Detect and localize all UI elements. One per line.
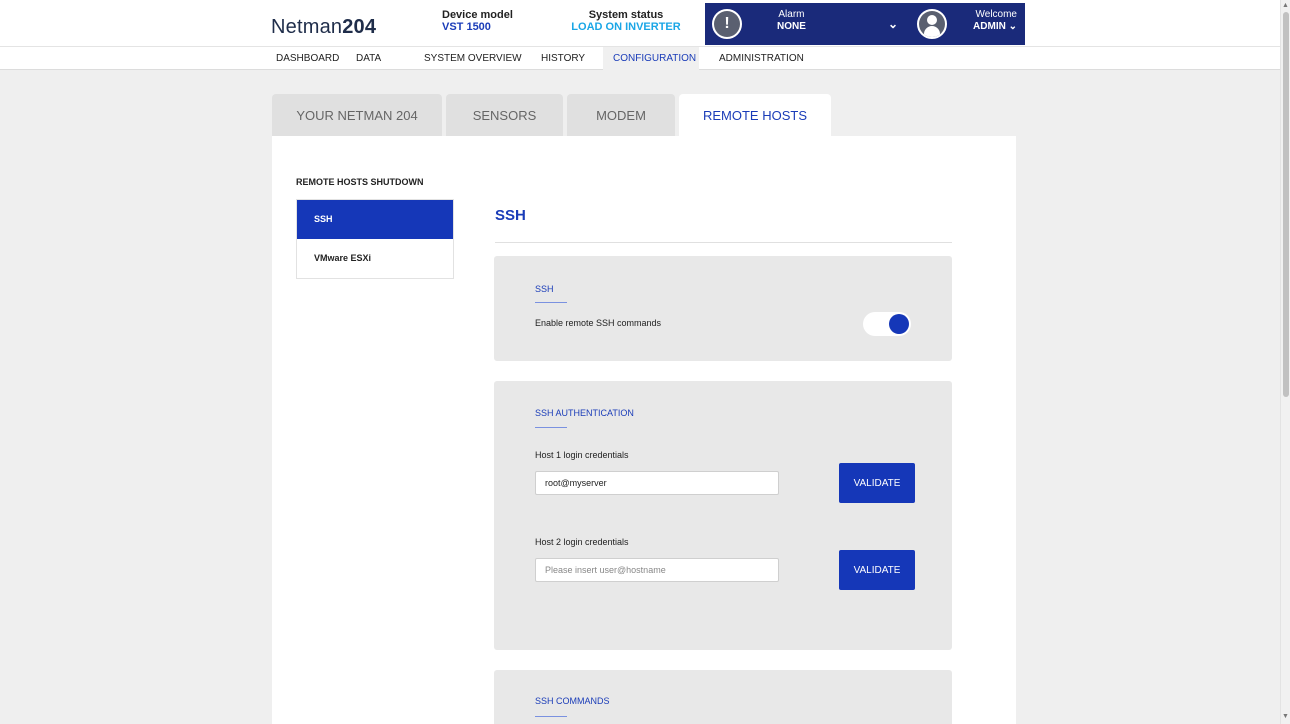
ssh-card-title: SSH — [535, 284, 554, 294]
sidebar-item-ssh[interactable]: SSH — [297, 200, 453, 239]
scrollbar-thumb[interactable] — [1283, 12, 1289, 397]
user-menu[interactable]: Welcome ADMIN ⌄ — [905, 3, 1025, 45]
tab-remote-hosts[interactable]: REMOTE HOSTS — [679, 94, 831, 136]
tab-modem[interactable]: MODEM — [567, 94, 675, 136]
alarm-value: NONE — [777, 21, 806, 32]
alarm-text: Alarm NONE — [777, 9, 806, 33]
nav-history[interactable]: HISTORY — [531, 47, 595, 70]
ssh-commands-card-title: SSH COMMANDS — [535, 696, 610, 706]
logo-number: 204 — [342, 16, 377, 38]
nav-configuration[interactable]: CONFIGURATION — [603, 47, 699, 70]
title-underline — [535, 427, 567, 428]
chevron-down-icon[interactable]: ⌄ — [1009, 21, 1017, 32]
host2-label: Host 2 login credentials — [535, 537, 629, 547]
title-underline — [535, 716, 567, 717]
system-status-block: System status LOAD ON INVERTER — [563, 9, 689, 33]
system-status-value: LOAD ON INVERTER — [571, 21, 681, 33]
scroll-down-icon[interactable]: ▼ — [1282, 713, 1289, 720]
ssh-commands-card: SSH COMMANDS — [494, 670, 952, 724]
alarm-label: Alarm — [778, 9, 805, 20]
nav-system-overview[interactable]: SYSTEM OVERVIEW — [414, 47, 532, 70]
sidebar-title: REMOTE HOSTS SHUTDOWN — [296, 177, 424, 187]
welcome-user-name: ADMIN — [973, 21, 1006, 32]
tab-sensors[interactable]: SENSORS — [446, 94, 563, 136]
device-model-label: Device model — [442, 9, 513, 21]
logo-text: Netman — [271, 16, 343, 38]
netman-logo[interactable]: Netman204 — [271, 16, 376, 39]
nav-administration[interactable]: ADMINISTRATION — [709, 47, 814, 70]
validate-host1-button[interactable]: VALIDATE — [839, 463, 915, 503]
ssh-authentication-card: SSH AUTHENTICATION Host 1 login credenti… — [494, 381, 952, 650]
user-avatar-icon — [914, 6, 950, 42]
ssh-card: SSH Enable remote SSH commands — [494, 256, 952, 361]
device-model-value: VST 1500 — [442, 21, 491, 33]
alarm-dropdown[interactable]: ! Alarm NONE ⌄ — [705, 3, 905, 45]
main-nav: DASHBOARD DATA SYSTEM OVERVIEW HISTORY C… — [0, 46, 1280, 70]
section-divider — [495, 242, 952, 243]
title-underline — [535, 302, 567, 303]
scroll-up-icon[interactable]: ▲ — [1282, 2, 1289, 9]
chevron-down-icon[interactable]: ⌄ — [888, 17, 898, 31]
section-title: SSH — [495, 207, 526, 224]
enable-ssh-label: Enable remote SSH commands — [535, 318, 662, 328]
tab-your-netman[interactable]: YOUR NETMAN 204 — [272, 94, 442, 136]
device-model-block: Device model VST 1500 — [442, 9, 513, 33]
host1-label: Host 1 login credentials — [535, 450, 629, 460]
welcome-label: Welcome — [975, 9, 1018, 20]
toggle-knob — [889, 314, 909, 334]
page-scrollbar[interactable]: ▲ ▼ — [1280, 0, 1290, 724]
enable-ssh-toggle[interactable] — [863, 312, 911, 336]
nav-dashboard[interactable]: DASHBOARD — [266, 47, 349, 70]
ssh-auth-card-title: SSH AUTHENTICATION — [535, 408, 634, 418]
system-status-label: System status — [588, 9, 664, 21]
sidebar-menu: SSH VMware ESXi — [296, 199, 454, 279]
host1-credentials-input[interactable] — [535, 471, 779, 495]
host2-credentials-input[interactable] — [535, 558, 779, 582]
top-header: Netman204 Device model VST 1500 System s… — [0, 0, 1280, 46]
welcome-text: Welcome ADMIN ⌄ — [965, 9, 1017, 33]
nav-data[interactable]: DATA — [346, 47, 391, 70]
validate-host2-button[interactable]: VALIDATE — [839, 550, 915, 590]
alarm-speech-bubble-icon: ! — [709, 6, 745, 42]
sidebar-item-vmware-esxi[interactable]: VMware ESXi — [297, 239, 453, 278]
welcome-user: ADMIN ⌄ — [965, 21, 1017, 33]
